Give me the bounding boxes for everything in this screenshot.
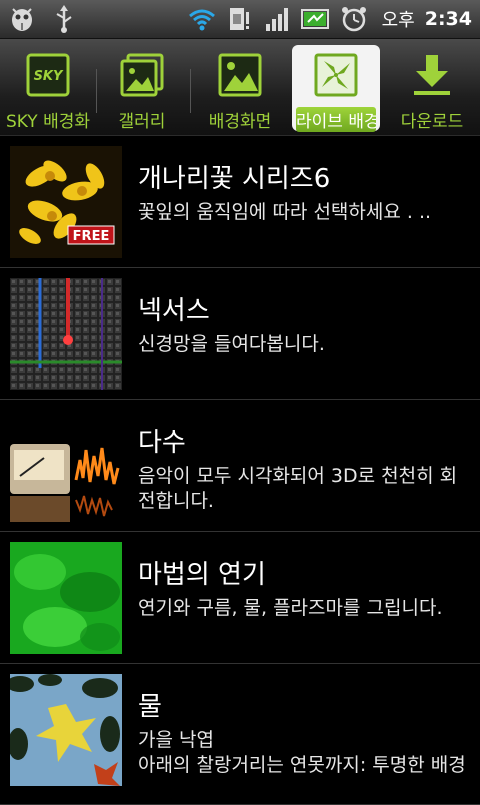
sky-badge-text: SKY [34,69,64,84]
tab-label: 배경화면 [208,112,272,132]
download-icon [410,53,454,97]
tab-live-wallpaper[interactable]: 라이브 배경 [292,45,380,132]
sim-card-alert-icon [224,3,256,35]
tab-label: 갤러리 [118,112,166,132]
item-description: 신경망을 들여다봅니다. [138,333,325,355]
item-description: 가을 낙엽 아래의 찰랑거리는 연못까지: 투명한 배경 [138,729,466,776]
list-item-forsythia[interactable]: FREE 개나리꽃 시리즈6 꽃잎의 움직임에 따라 선택하세요 . .. [0,136,480,268]
signal-strength-icon [262,3,294,35]
list-item-water[interactable]: 물 가을 낙엽 아래의 찰랑거리는 연못까지: 투명한 배경 [0,664,480,805]
forsythia-thumbnail: FREE [10,146,122,258]
item-description: 연기와 구름, 물, 플라즈마를 그립니다. [138,597,443,619]
status-bar: 오후 2:34 [0,0,480,39]
live-wallpaper-icon [314,53,358,97]
item-title: 개나리꽃 시리즈6 [138,164,331,194]
wifi-icon [186,3,218,35]
tab-divider [96,69,97,113]
sky-wallpaper-icon: SKY [26,53,70,97]
item-title: 물 [138,692,162,722]
free-badge: FREE [73,229,110,244]
magic-smoke-thumbnail [10,542,122,654]
list-item-multiple[interactable]: 다수 음악이 모두 시각화되어 3D로 천천히 회전합니다. [0,400,480,532]
nexus-thumbnail [10,278,122,390]
item-description: 음악이 모두 시각화되어 3D로 천천히 회전합니다. [138,465,458,512]
tab-download[interactable]: 다운로드 [388,45,476,132]
multiple-thumbnail [10,410,122,522]
tab-sky-wallpaper[interactable]: SKY SKY 배경화 [4,45,92,132]
status-time: 2:34 [424,8,472,30]
item-title: 다수 [138,428,186,458]
tab-label: 라이브 배경 [296,107,376,132]
battery-charging-icon [300,3,332,35]
item-title: 마법의 연기 [138,560,266,590]
item-description: 꽃잎의 움직임에 따라 선택하세요 . .. [138,201,432,223]
live-wallpaper-list: FREE 개나리꽃 시리즈6 꽃잎의 움직임에 따라 선택하세요 . .. 넥서… [0,136,480,805]
wallpaper-icon [218,53,262,97]
list-item-nexus[interactable]: 넥서스 신경망을 들여다봅니다. [0,268,480,400]
alarm-clock-icon [338,3,370,35]
item-title: 넥서스 [138,296,210,326]
tab-label: 다운로드 [400,112,464,132]
gallery-icon [120,53,164,97]
tab-wallpaper[interactable]: 배경화면 [196,45,284,132]
status-ampm: 오후 [381,10,415,31]
tab-gallery[interactable]: 갤러리 [98,45,186,132]
tab-label: SKY 배경화 [5,112,91,132]
usb-icon [48,3,80,35]
tab-bar: SKY SKY 배경화 갤러리 배경화면 라이브 배경 다운로드 [0,39,480,136]
list-item-magic-smoke[interactable]: 마법의 연기 연기와 구름, 물, 플라즈마를 그립니다. [0,532,480,664]
water-thumbnail [10,674,122,786]
android-debug-icon [6,3,38,35]
tab-divider [190,69,191,113]
